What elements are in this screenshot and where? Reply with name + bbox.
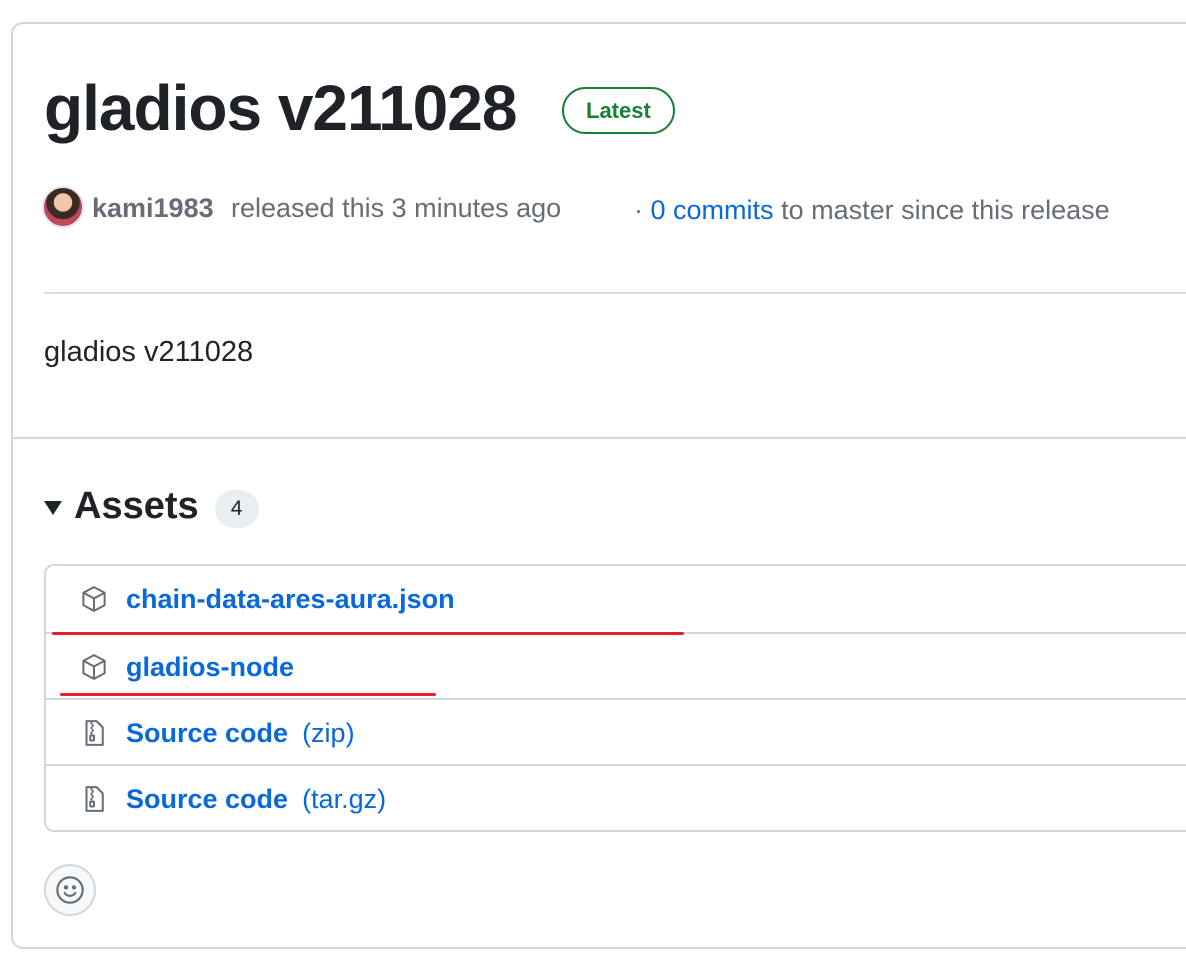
asset-row[interactable]: Source code (tar.gz) <box>46 766 1186 832</box>
assets-list: chain-data-ares-aura.json gladios-node S… <box>44 564 1186 832</box>
package-icon <box>82 586 106 612</box>
assets-toggle[interactable]: Assets 4 <box>44 478 259 534</box>
asset-kind: (zip) <box>302 718 355 748</box>
latest-badge: Latest <box>562 87 675 134</box>
asset-row[interactable]: gladios-node <box>46 634 1186 700</box>
asset-link[interactable]: Source code (zip) <box>126 700 355 766</box>
commits-since-release: · 0 commits to master since this release <box>634 188 1110 232</box>
asset-link[interactable]: Source code (tar.gz) <box>126 766 386 832</box>
asset-row[interactable]: chain-data-ares-aura.json <box>46 566 1186 632</box>
assets-title: Assets <box>74 484 199 527</box>
release-title[interactable]: gladios v211028 <box>44 68 517 148</box>
released-time-text: released this 3 minutes ago <box>231 193 562 223</box>
author-link[interactable]: kami1983 <box>92 186 214 230</box>
assets-count-badge: 4 <box>214 490 259 528</box>
add-reaction-button[interactable] <box>44 864 96 916</box>
asset-link[interactable]: chain-data-ares-aura.json <box>126 566 455 632</box>
caret-down-icon <box>44 501 62 515</box>
release-body: gladios v211028 <box>44 336 254 368</box>
asset-link[interactable]: gladios-node <box>126 634 294 700</box>
package-icon <box>82 654 106 680</box>
smiley-icon <box>56 876 84 904</box>
red-underline-annotation <box>52 632 684 635</box>
divider <box>44 292 1186 294</box>
commits-suffix: to master since this release <box>781 195 1110 225</box>
divider <box>11 437 1186 439</box>
asset-kind: (tar.gz) <box>302 784 387 814</box>
file-zip-icon <box>85 720 104 746</box>
separator-dot: · <box>634 195 643 225</box>
red-underline-annotation <box>60 693 436 696</box>
commits-link[interactable]: 0 commits <box>651 195 774 225</box>
asset-row[interactable]: Source code (zip) <box>46 700 1186 766</box>
file-zip-icon <box>85 786 104 812</box>
author-avatar[interactable] <box>42 186 84 228</box>
